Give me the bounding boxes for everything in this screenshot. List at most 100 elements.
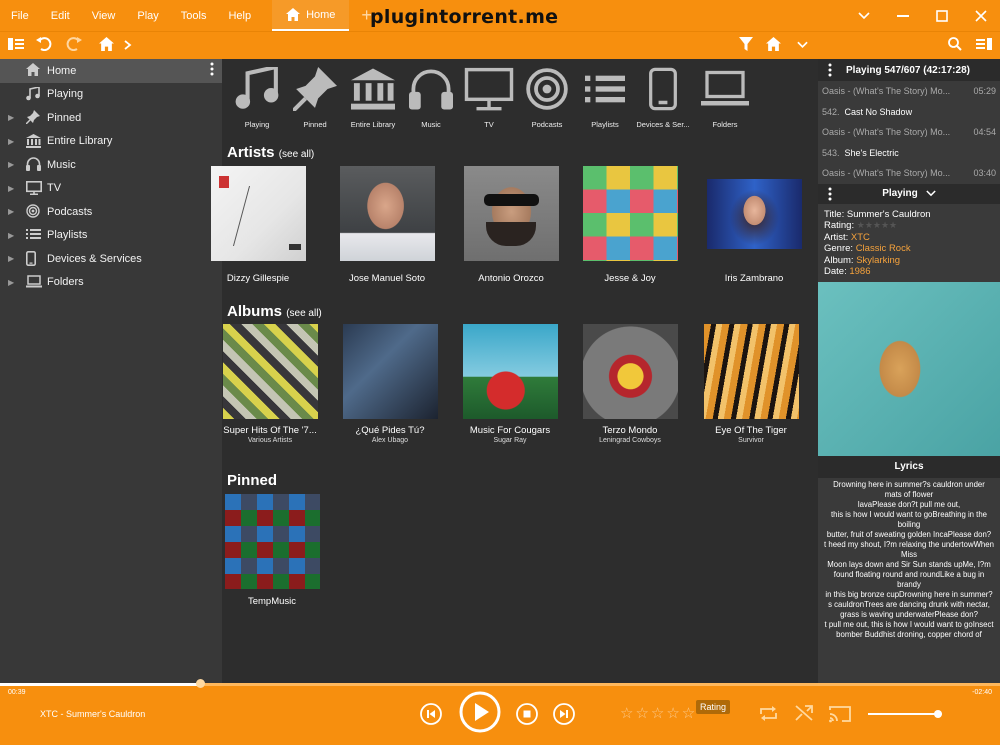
date-link[interactable]: 1986	[849, 266, 870, 277]
rating-tooltip: Rating	[696, 700, 731, 714]
category-playing[interactable]: Playing	[228, 64, 286, 129]
album-cover	[818, 281, 1000, 456]
expand-arrow-icon[interactable]: ▶	[8, 184, 14, 193]
rating-stars[interactable]: ★★★★★	[857, 220, 897, 230]
artist-tile[interactable]: Jesse & Joy	[571, 166, 689, 284]
see-all-link[interactable]: (see all)	[279, 149, 315, 160]
album-tile[interactable]: Music For Cougars Sugar Ray	[451, 324, 569, 444]
album-artist: Leningrad Cowboys	[599, 437, 661, 444]
home-icon[interactable]	[766, 37, 781, 51]
maximize-button[interactable]	[922, 9, 961, 22]
menu-help[interactable]: Help	[217, 10, 262, 22]
previous-button[interactable]	[420, 703, 442, 725]
home-icon[interactable]	[99, 37, 114, 51]
next-button[interactable]	[553, 703, 575, 725]
monitor-icon	[26, 180, 42, 195]
chevron-down-icon[interactable]	[797, 41, 808, 49]
chevron-down-icon[interactable]	[926, 190, 936, 197]
category-pinned[interactable]: Pinned	[286, 67, 344, 129]
pinned-tile[interactable]: TempMusic	[213, 494, 331, 607]
menu-edit[interactable]: Edit	[40, 10, 81, 22]
category-podcasts[interactable]: Podcasts	[518, 67, 576, 129]
sidebar-item-playlists[interactable]: ▶ Playlists	[0, 224, 222, 248]
artist-tile[interactable]: Jose Manuel Soto	[328, 166, 446, 284]
more-options-icon[interactable]	[828, 187, 832, 201]
menu-tools[interactable]: Tools	[170, 10, 218, 22]
rating-control[interactable]: ☆☆☆☆☆	[620, 704, 697, 722]
menu-play[interactable]: Play	[126, 10, 169, 22]
menu-view[interactable]: View	[81, 10, 127, 22]
chevron-right-icon[interactable]	[124, 40, 132, 50]
menu-file[interactable]: File	[0, 10, 40, 22]
close-button[interactable]	[961, 9, 1000, 22]
list-item[interactable]: Oasis - (What's The Story) Mo... 03:40	[818, 163, 1000, 184]
volume-slider[interactable]	[868, 710, 943, 718]
shuffle-icon[interactable]	[795, 704, 813, 722]
filter-icon[interactable]	[739, 37, 753, 51]
track-title: Summer's Cauldron	[846, 208, 931, 220]
genre-link[interactable]: Classic Rock	[856, 243, 911, 254]
more-options-icon[interactable]	[828, 63, 832, 77]
expand-arrow-icon[interactable]: ▶	[8, 231, 14, 240]
search-icon[interactable]	[948, 37, 962, 51]
album-link[interactable]: Skylarking	[856, 255, 900, 266]
category-devices-services[interactable]: Devices & Ser...	[634, 67, 692, 129]
sidebar-item-folders[interactable]: ▶ Folders	[0, 271, 222, 295]
category-music[interactable]: Music	[402, 67, 460, 129]
album-tile[interactable]: Eye Of The Tiger Survivor	[692, 324, 810, 444]
artist-tile[interactable]: Antonio Orozco	[452, 166, 570, 284]
expand-arrow-icon[interactable]: ▶	[8, 160, 14, 169]
tab-home[interactable]: Home	[272, 0, 350, 31]
category-folders[interactable]: Folders	[696, 67, 754, 129]
list-item[interactable]: 543. She's Electric	[818, 143, 1000, 164]
sidebar-item-tv[interactable]: ▶ TV	[0, 177, 222, 201]
minimize-button[interactable]	[883, 14, 922, 17]
repeat-icon[interactable]	[759, 705, 778, 722]
sidebar-item-pinned[interactable]: ▶ Pinned	[0, 106, 222, 130]
expand-arrow-icon[interactable]: ▶	[8, 207, 14, 216]
redo-icon[interactable]	[66, 37, 82, 51]
undo-icon[interactable]	[36, 37, 52, 51]
album-tile[interactable]: ¿Qué Pides Tú? Alex Ubago	[331, 324, 449, 444]
see-all-link[interactable]: (see all)	[286, 308, 322, 319]
chevron-down-icon[interactable]	[844, 11, 883, 20]
volume-handle[interactable]	[934, 710, 943, 718]
list-item[interactable]: 542. Cast No Shadow	[818, 102, 1000, 123]
category-playlists[interactable]: Playlists	[576, 67, 634, 129]
sidebar-item-devices-services[interactable]: ▶ Devices & Services	[0, 247, 222, 271]
seek-handle[interactable]	[196, 679, 205, 688]
list-item[interactable]: Oasis - (What's The Story) Mo... 05:29	[818, 81, 1000, 102]
album-tile[interactable]: Super Hits Of The '7... Various Artists	[211, 324, 329, 444]
expand-arrow-icon[interactable]: ▶	[8, 254, 14, 263]
stop-button[interactable]	[516, 703, 538, 725]
cast-icon[interactable]	[828, 705, 852, 723]
album-tile[interactable]: Terzo Mondo Leningrad Cowboys	[571, 324, 689, 444]
sidebar-item-music[interactable]: ▶ Music	[0, 153, 222, 177]
layout-toggle-icon[interactable]	[8, 37, 24, 51]
sidebar-item-label: Podcasts	[47, 205, 93, 218]
podcast-icon	[26, 204, 40, 218]
seek-bar[interactable]	[0, 683, 1000, 686]
music-note-icon	[26, 86, 40, 100]
sidebar-item-entire-library[interactable]: ▶ Entire Library	[0, 130, 222, 154]
expand-arrow-icon[interactable]: ▶	[8, 278, 14, 287]
play-button[interactable]	[459, 691, 501, 733]
category-tv[interactable]: TV	[460, 67, 518, 129]
more-options-icon[interactable]	[210, 62, 214, 76]
expand-arrow-icon[interactable]: ▶	[8, 137, 14, 146]
elapsed-time: 00:39	[8, 689, 26, 696]
artists-heading[interactable]: Artists (see all)	[227, 144, 314, 161]
albums-heading[interactable]: Albums (see all)	[227, 303, 322, 320]
list-item[interactable]: Oasis - (What's The Story) Mo... 04:54	[818, 122, 1000, 143]
artist-tile[interactable]: Iris Zambrano	[695, 166, 813, 284]
pinned-heading[interactable]: Pinned	[227, 472, 277, 489]
sidebar-item-home[interactable]: Home	[0, 59, 222, 83]
sidebar-item-playing[interactable]: Playing	[0, 83, 222, 107]
expand-arrow-icon[interactable]: ▶	[8, 113, 14, 122]
sidebar-item-podcasts[interactable]: ▶ Podcasts	[0, 200, 222, 224]
category-entire-library[interactable]: Entire Library	[344, 67, 402, 129]
artist-tile[interactable]: Dizzy Gillespie	[199, 166, 317, 284]
playing-panel-header[interactable]: Playing	[818, 183, 1000, 204]
layout-toggle-icon[interactable]	[976, 37, 992, 51]
artist-link[interactable]: XTC	[851, 232, 870, 243]
